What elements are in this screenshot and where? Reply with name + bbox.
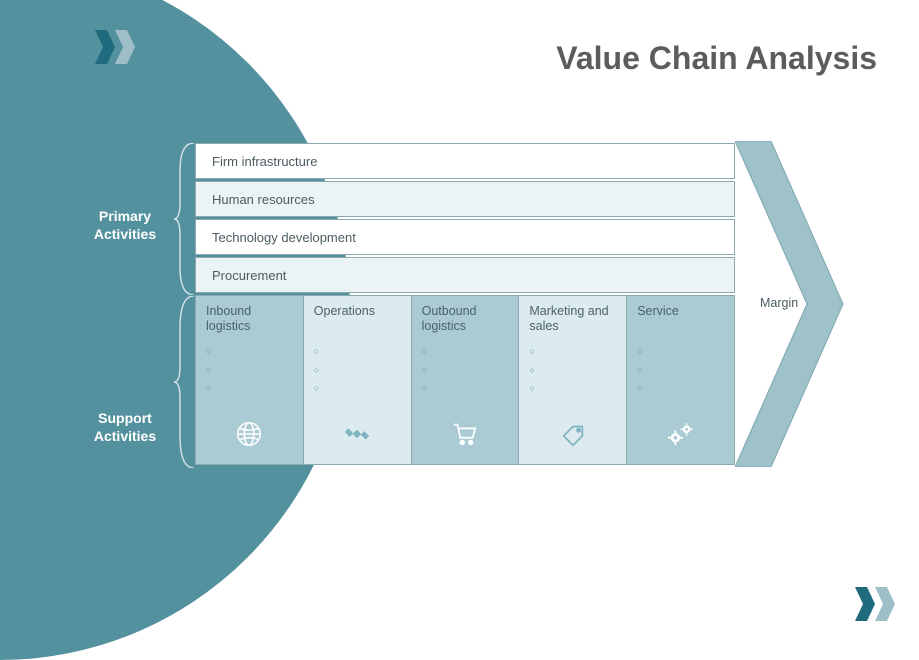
support-row-procurement: Procurement bbox=[195, 257, 735, 293]
brace-primary bbox=[174, 143, 196, 295]
primary-col-title: Inbound logistics bbox=[206, 304, 293, 334]
gears-icon bbox=[627, 419, 734, 454]
margin-label: Margin bbox=[760, 296, 798, 310]
bullet-list bbox=[637, 342, 724, 398]
support-row-label: Firm infrastructure bbox=[212, 154, 317, 169]
brace-support bbox=[174, 296, 196, 468]
support-row-label: Procurement bbox=[212, 268, 286, 283]
primary-col-title: Marketing and sales bbox=[529, 304, 616, 334]
bullet-list bbox=[206, 342, 293, 398]
decorative-chevrons-bottom bbox=[855, 587, 895, 621]
primary-col-operations: Operations bbox=[303, 295, 411, 465]
primary-col-inbound-logistics: Inbound logistics bbox=[195, 295, 303, 465]
bullet-list bbox=[314, 342, 401, 398]
tag-icon bbox=[519, 419, 626, 454]
support-row-label: Technology development bbox=[212, 230, 356, 245]
primary-col-title: Service bbox=[637, 304, 724, 334]
primary-col-title: Outbound logistics bbox=[422, 304, 509, 334]
satellite-icon bbox=[304, 419, 411, 454]
chevron-right-icon bbox=[95, 30, 115, 64]
primary-activities-grid: Inbound logistics Operations bbox=[195, 295, 735, 465]
chevron-right-icon bbox=[875, 587, 895, 621]
value-chain-block: Firm infrastructure Human resources Tech… bbox=[195, 143, 745, 465]
support-row-firm-infrastructure: Firm infrastructure bbox=[195, 143, 735, 179]
bullet-list bbox=[529, 342, 616, 398]
bullet-list bbox=[422, 342, 509, 398]
support-activities-label: Support Activities bbox=[80, 410, 170, 445]
support-row-human-resources: Human resources bbox=[195, 181, 735, 217]
chevron-right-icon bbox=[855, 587, 875, 621]
globe-icon bbox=[196, 419, 303, 454]
support-row-technology-development: Technology development bbox=[195, 219, 735, 255]
primary-activities-label: Primary Activities bbox=[80, 208, 170, 243]
cart-icon bbox=[412, 419, 519, 454]
support-row-label: Human resources bbox=[212, 192, 315, 207]
decorative-chevrons-top bbox=[95, 30, 135, 64]
primary-col-service: Service bbox=[626, 295, 735, 465]
primary-col-title: Operations bbox=[314, 304, 401, 334]
primary-col-marketing-and-sales: Marketing and sales bbox=[518, 295, 626, 465]
page-title: Value Chain Analysis bbox=[556, 40, 877, 77]
chevron-right-icon bbox=[115, 30, 135, 64]
primary-col-outbound-logistics: Outbound logistics bbox=[411, 295, 519, 465]
